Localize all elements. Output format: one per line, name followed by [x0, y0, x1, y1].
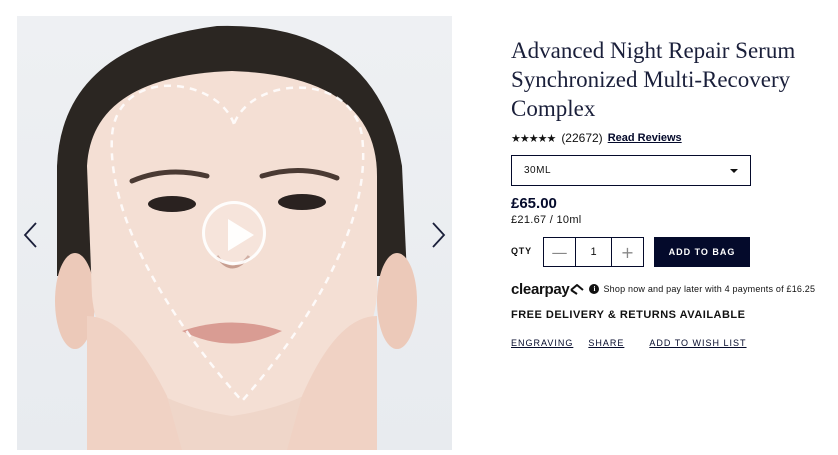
size-select[interactable]: 30ML — [511, 155, 751, 186]
quantity-stepper: — 1 + — [543, 237, 644, 267]
clearpay-row: clearpay i Shop now and pay later with 4… — [511, 280, 815, 298]
chevron-right-icon[interactable] — [428, 221, 448, 249]
quantity-input[interactable]: 1 — [575, 238, 612, 266]
unit-price: £21.67 / 10ml — [511, 214, 582, 226]
decrease-qty-button[interactable]: — — [544, 238, 575, 266]
play-video-button[interactable] — [202, 201, 266, 265]
info-icon[interactable]: i — [589, 284, 600, 294]
clearpay-logo-text: clearpay — [511, 280, 570, 298]
engraving-link[interactable]: ENGRAVING — [511, 338, 573, 348]
play-icon — [228, 219, 254, 251]
clearpay-logo: clearpay — [511, 281, 585, 298]
caret-down-icon — [730, 168, 738, 173]
clearpay-text: Shop now and pay later with 4 payments o… — [603, 284, 816, 294]
price: £65.00 — [511, 195, 557, 212]
add-to-wishlist-link[interactable]: ADD TO WISH LIST — [649, 338, 746, 348]
qty-label: QTY — [511, 246, 532, 256]
product-title: Advanced Night Repair Serum Synchronized… — [511, 38, 796, 121]
read-reviews-link[interactable]: Read Reviews — [608, 132, 682, 144]
increase-qty-button[interactable]: + — [612, 238, 643, 266]
star-rating-icon: ★★★★★ — [511, 131, 556, 145]
size-select-value: 30ML — [524, 165, 552, 176]
chevron-left-icon[interactable] — [21, 221, 41, 249]
share-link[interactable]: SHARE — [588, 338, 624, 348]
delivery-info: FREE DELIVERY & RETURNS AVAILABLE — [511, 309, 746, 321]
review-count: (22672) — [561, 131, 603, 145]
clearpay-arrows-icon — [570, 284, 585, 295]
action-links: ENGRAVING SHARE ADD TO WISH LIST — [511, 338, 747, 348]
add-to-bag-button[interactable]: ADD TO BAG — [654, 237, 750, 267]
rating-row: ★★★★★ (22672) Read Reviews — [511, 130, 682, 146]
